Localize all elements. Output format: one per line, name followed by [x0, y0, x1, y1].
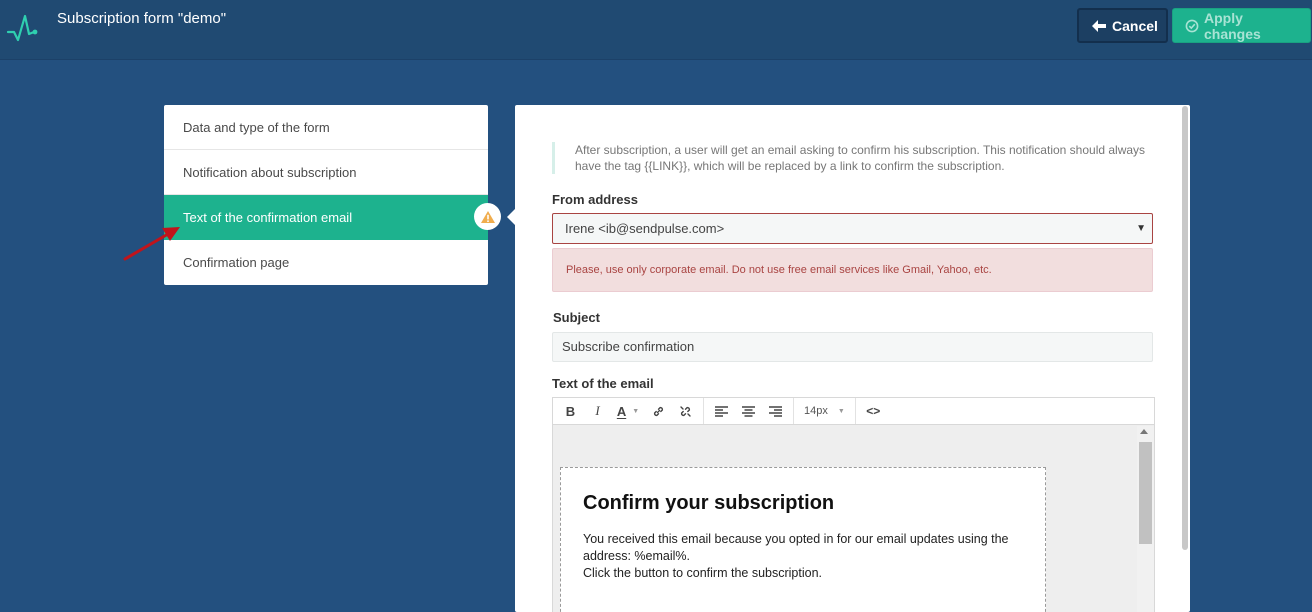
pulse-logo-icon	[6, 14, 38, 42]
apply-changes-label: Apply changes	[1204, 9, 1261, 42]
email-body-line2: Click the button to confirm the subscrip…	[583, 566, 823, 580]
align-right-icon[interactable]	[762, 400, 789, 422]
toolbar-group-align	[704, 398, 794, 424]
info-note: After subscription, a user will get an e…	[552, 142, 1147, 174]
step-data-and-type[interactable]: Data and type of the form	[164, 105, 488, 150]
warning-icon	[480, 210, 495, 223]
link-icon[interactable]	[645, 400, 672, 422]
align-center-icon[interactable]	[735, 400, 762, 422]
email-body-text: You received this email because you opte…	[583, 531, 1033, 582]
email-text-label: Text of the email	[552, 376, 654, 391]
panel-scrollbar[interactable]	[1182, 106, 1188, 550]
toolbar-group-size: 14px ▼	[794, 398, 856, 424]
from-address-value: Irene <ib@sendpulse.com>	[565, 221, 725, 236]
bold-icon[interactable]: B	[557, 400, 584, 422]
italic-icon[interactable]: I	[584, 400, 611, 422]
from-address-label: From address	[552, 192, 638, 207]
subject-label: Subject	[553, 310, 600, 325]
subject-input[interactable]: Subscribe confirmation	[552, 332, 1153, 362]
font-size-value: 14px	[804, 405, 828, 417]
arrow-left-icon	[1091, 19, 1107, 33]
align-left-icon[interactable]	[708, 400, 735, 422]
step-notification[interactable]: Notification about subscription	[164, 150, 488, 195]
editor-scrollbar-thumb[interactable]	[1139, 442, 1152, 544]
apply-changes-button[interactable]: Apply changes	[1172, 8, 1311, 43]
from-address-select[interactable]: Irene <ib@sendpulse.com> ▼	[552, 213, 1153, 244]
scroll-up-arrow-icon[interactable]	[1140, 429, 1148, 434]
top-bar: Subscription form "demo" Cancel Apply ch…	[0, 0, 1312, 60]
editor-toolbar: B I A ▼ 14px ▼ <>	[552, 397, 1155, 425]
text-color-icon[interactable]: A ▼	[611, 400, 645, 422]
cancel-label: Cancel	[1112, 17, 1158, 34]
from-address-error: Please, use only corporate email. Do not…	[552, 248, 1153, 292]
code-view-icon[interactable]: <>	[860, 400, 887, 422]
check-circle-icon	[1185, 19, 1199, 33]
cancel-button[interactable]: Cancel	[1077, 8, 1168, 43]
step-confirmation-email[interactable]: Text of the confirmation email	[164, 195, 488, 240]
step-confirmation-page[interactable]: Confirmation page	[164, 240, 488, 285]
font-size-select[interactable]: 14px ▼	[798, 405, 851, 417]
caret-down-icon: ▼	[837, 407, 845, 415]
annotation-arrow-icon	[123, 227, 180, 261]
steps-menu: Data and type of the form Notification a…	[164, 105, 488, 285]
page-title: Subscription form "demo"	[57, 10, 227, 27]
toolbar-group-code: <>	[856, 398, 891, 424]
caret-down-icon: ▼	[1136, 223, 1146, 234]
warning-badge	[474, 203, 501, 230]
unlink-icon[interactable]	[672, 400, 699, 422]
toolbar-group-format: B I A ▼	[553, 398, 704, 424]
email-body-line1: You received this email because you opte…	[583, 532, 1009, 563]
email-heading: Confirm your subscription	[583, 492, 835, 514]
